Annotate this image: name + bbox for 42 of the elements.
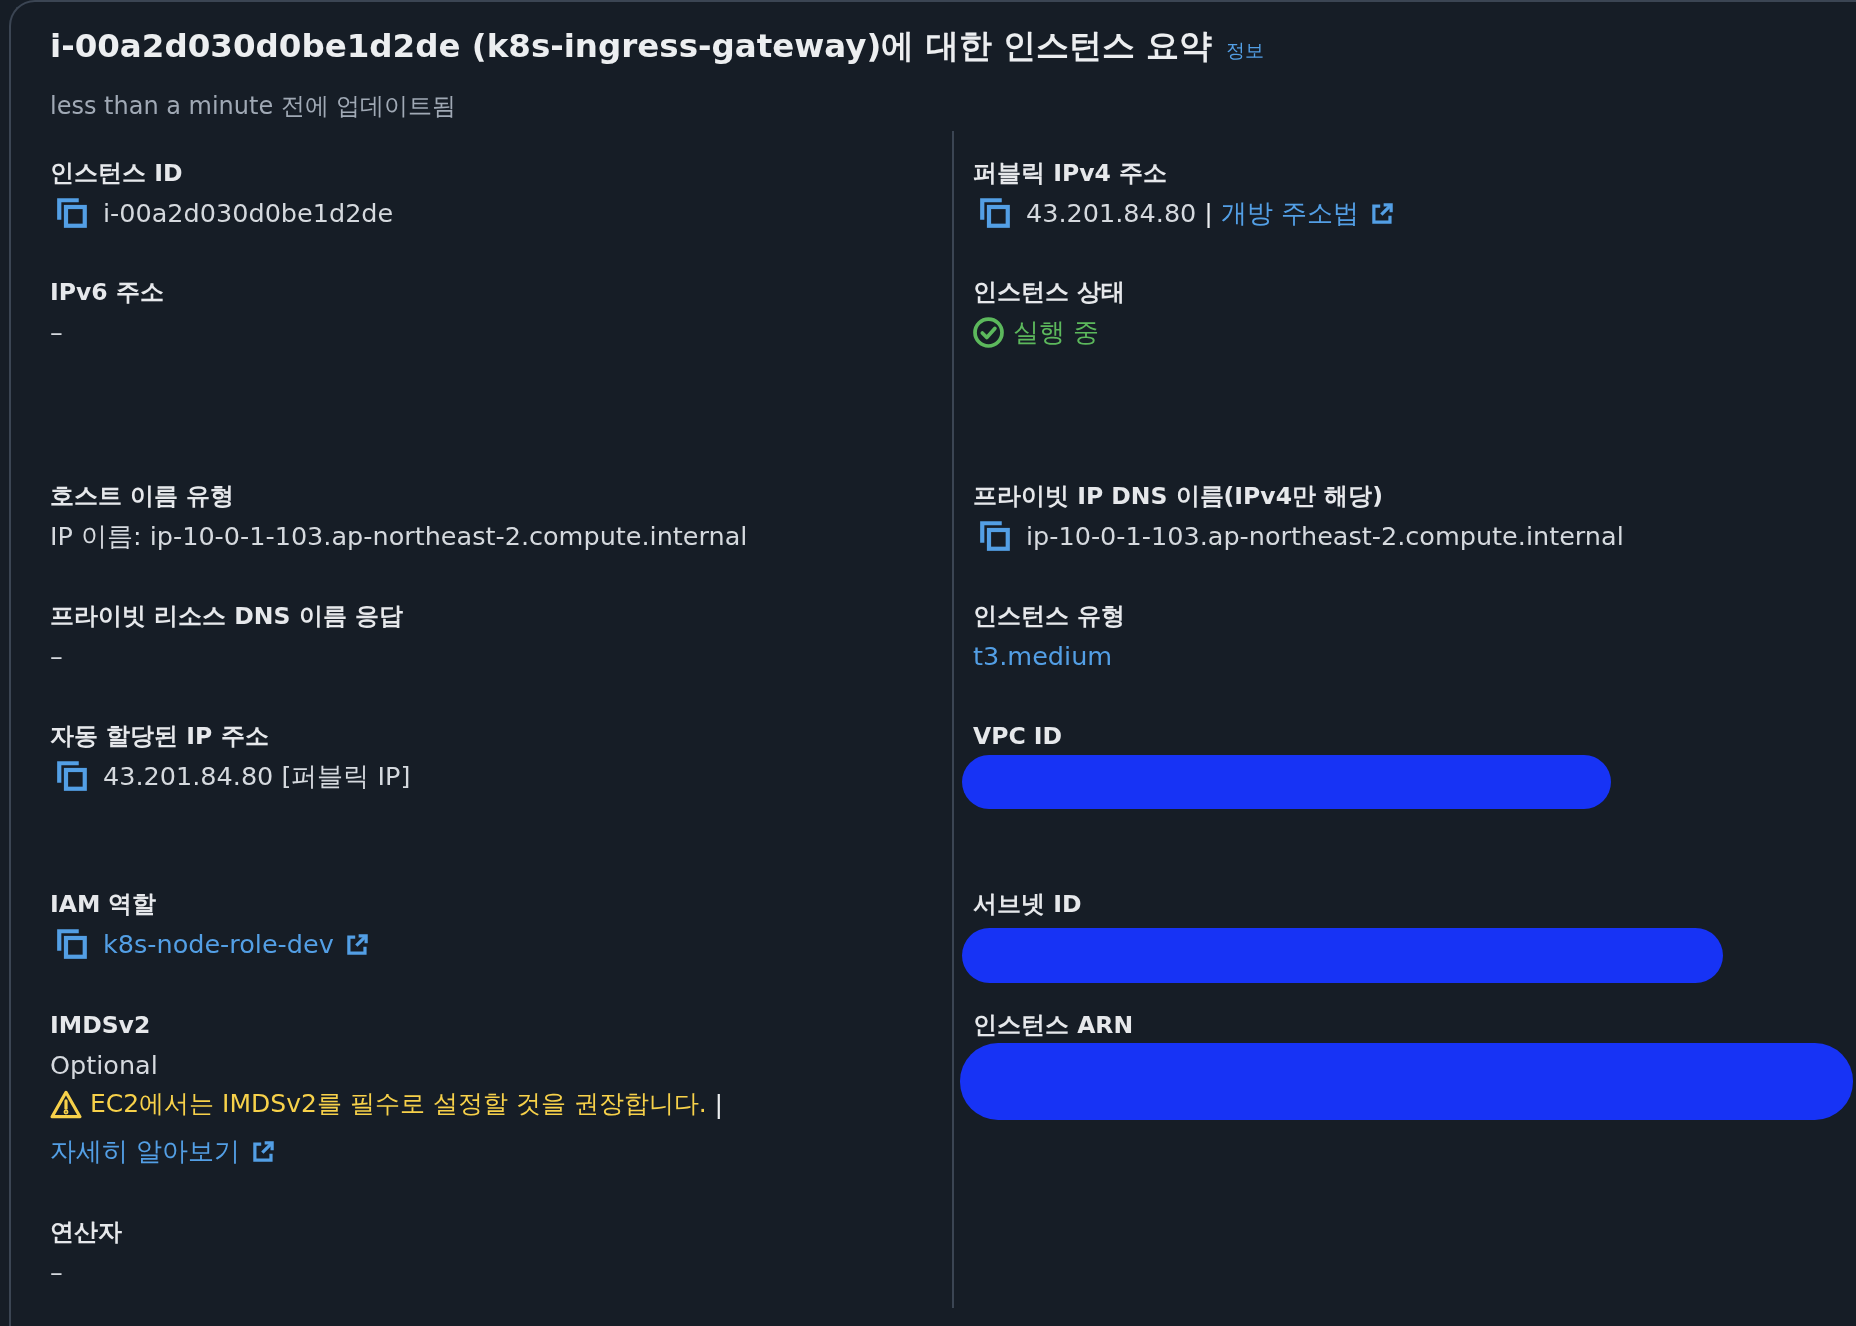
field-value: i-00a2d030d0be1d2de <box>103 198 394 228</box>
updated-time-text: less than a minute 전에 업데이트됨 <box>50 92 457 120</box>
field-label: 서브넷 ID <box>973 889 1082 919</box>
status-text: 실행 중 <box>1013 317 1100 347</box>
field-value: 43.201.84.80 <box>1026 198 1197 228</box>
field-value: – <box>50 317 63 347</box>
field-label: 프라이빗 IP DNS 이름(IPv4만 해당) <box>973 481 1383 511</box>
copy-icon[interactable] <box>980 521 1010 551</box>
field-label: 호스트 이름 유형 <box>50 481 235 511</box>
field-label: IPv6 주소 <box>50 277 164 307</box>
learn-more-link[interactable]: 자세히 알아보기 <box>50 1136 241 1166</box>
field-label: 퍼블릭 IPv4 주소 <box>973 158 1167 188</box>
copy-icon[interactable] <box>57 198 87 228</box>
page-title: i-00a2d030d0be1d2de (k8s-ingress-gateway)에 대한 인스턴스 요약 <box>50 26 1213 66</box>
field-label: 프라이빗 리소스 DNS 이름 응답 <box>50 601 403 631</box>
copy-icon[interactable] <box>57 929 87 959</box>
field-label: IAM 역할 <box>50 889 157 919</box>
value-link[interactable]: 개방 주소법 <box>1220 198 1360 228</box>
field-label: 인스턴스 ARN <box>973 1010 1134 1040</box>
field-value: IP 이름: ip-10-0-1-103.ap-northeast-2.compute.internal <box>50 521 748 551</box>
warning-icon <box>50 1089 82 1119</box>
warning-text: EC2에서는 IMDSv2를 필수로 설정할 것을 권장합니다. <box>90 1089 707 1119</box>
field-label: 자동 할당된 IP 주소 <box>50 721 269 751</box>
field-label: 인스턴스 유형 <box>973 601 1126 631</box>
field-value: – <box>50 641 63 671</box>
field-label: 연산자 <box>50 1217 122 1247</box>
copy-icon[interactable] <box>980 198 1010 228</box>
separator: | <box>714 1089 724 1119</box>
value-link[interactable]: t3.medium <box>973 641 1113 671</box>
field-label: 인스턴스 ID <box>50 158 183 188</box>
field-label: 인스턴스 상태 <box>973 277 1126 307</box>
value-link[interactable]: k8s-node-role-dev <box>103 929 334 959</box>
field-label: IMDSv2 <box>50 1010 151 1040</box>
field-value: Optional <box>50 1050 158 1080</box>
field-value: ip-10-0-1-103.ap-northeast-2.compute.internal <box>1026 521 1624 551</box>
copy-icon[interactable] <box>57 761 87 791</box>
separator: | <box>1204 198 1213 228</box>
field-label: VPC ID <box>973 721 1063 751</box>
field-value: 43.201.84.80 [퍼블릭 IP] <box>103 761 411 791</box>
field-value: – <box>50 1257 63 1287</box>
info-link[interactable]: 정보 <box>1226 38 1265 64</box>
check-circle-icon <box>973 316 1004 348</box>
